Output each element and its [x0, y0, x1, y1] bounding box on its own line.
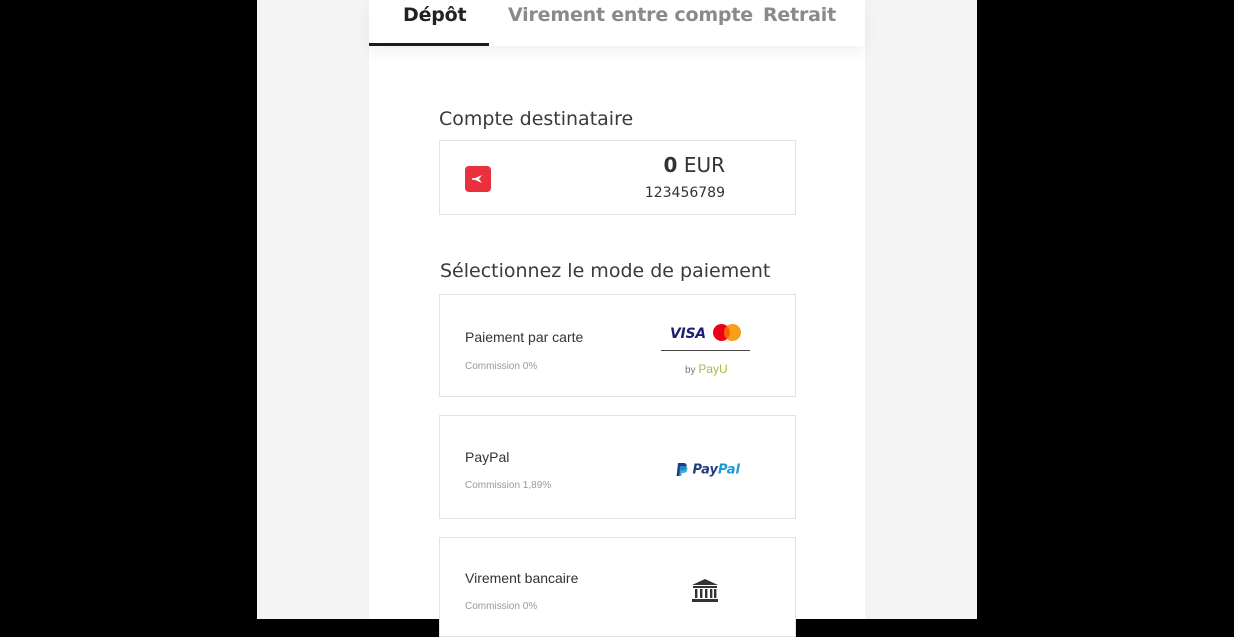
tab-virement-entre-compte[interactable]: Virement entre compte [508, 4, 753, 30]
method-name: Paiement par carte [465, 329, 584, 345]
payment-method-card[interactable]: Paiement par carte Commission 0% VISA by… [439, 294, 796, 397]
active-tab-indicator [369, 43, 489, 46]
account-logo-icon [465, 166, 491, 192]
method-fee: Commission 0% [465, 361, 538, 372]
tab-bar: Dépôt Virement entre compte Retrait [369, 0, 865, 46]
deposit-panel: Dépôt Virement entre compte Retrait Comp… [369, 0, 865, 637]
recipient-account-card[interactable]: 0 EUR 123456789 [439, 140, 796, 215]
paypal-p-icon [676, 463, 688, 477]
method-fee: Commission 1,89% [465, 480, 552, 491]
mastercard-logo [713, 324, 741, 341]
account-balance: 0 EUR [664, 153, 725, 177]
tab-retrait[interactable]: Retrait [763, 4, 836, 30]
payment-section-title: Sélectionnez le mode de paiement [440, 260, 771, 282]
method-fee: Commission 0% [465, 601, 538, 612]
tab-depot[interactable]: Dépôt [403, 4, 467, 30]
bank-icon [692, 579, 718, 602]
method-name: Virement bancaire [465, 570, 579, 586]
paypal-logo: PayPal [676, 461, 740, 479]
payu-logo: by PayU [685, 362, 728, 376]
recipient-section-title: Compte destinataire [439, 108, 634, 130]
payment-method-paypal[interactable]: PayPal Commission 1,89% PayPal [439, 415, 796, 519]
payment-method-bank-transfer[interactable]: Virement bancaire Commission 0% [439, 537, 796, 637]
visa-logo: VISA [670, 326, 706, 342]
method-name: PayPal [465, 449, 510, 465]
logo-divider [661, 350, 750, 351]
account-number: 123456789 [644, 185, 725, 201]
balance-currency: EUR [683, 153, 725, 177]
balance-amount: 0 [663, 153, 678, 177]
page-background: Dépôt Virement entre compte Retrait Comp… [257, 0, 977, 637]
